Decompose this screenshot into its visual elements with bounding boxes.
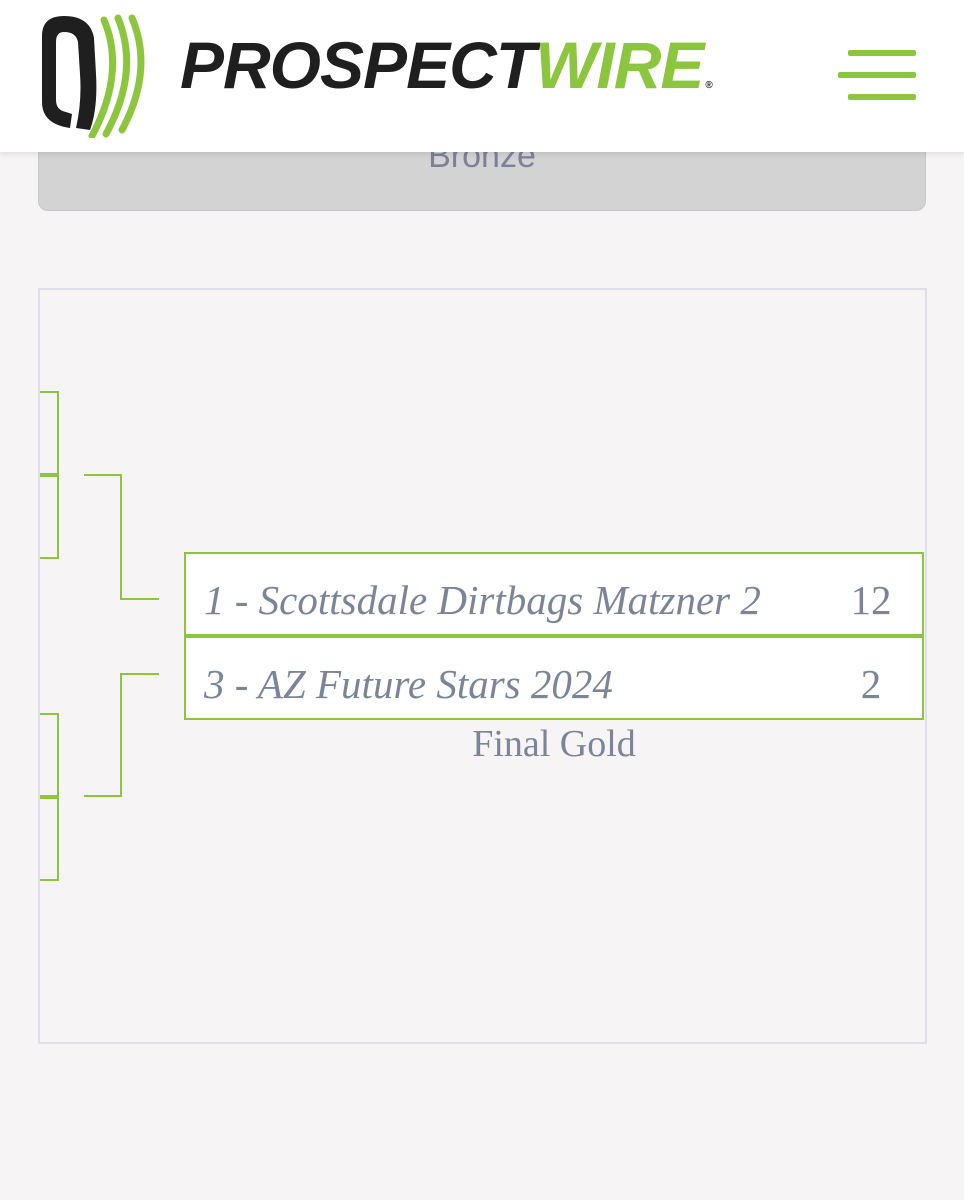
menu-bar-top: [848, 50, 916, 56]
final-team-1-slot[interactable]: 1 - Scottsdale Dirtbags Matzner 2 12: [184, 552, 924, 636]
round-label: Final Gold: [472, 723, 636, 765]
brand-part-2: WIRE: [535, 28, 704, 102]
lower-connector: [84, 673, 159, 797]
brand-part-1: PROSPECT: [180, 28, 536, 102]
upper-semifinal-bracket: [40, 391, 59, 559]
final-team-2-slot[interactable]: 3 - AZ Future Stars 2024 2: [184, 636, 924, 720]
menu-bar-middle: [838, 72, 916, 78]
site-header: PROSPECTWIRE ®: [0, 0, 964, 152]
prospectwire-logo-icon[interactable]: [34, 12, 158, 138]
team-name: 3 - AZ Future Stars 2024: [204, 661, 613, 707]
hamburger-menu-icon[interactable]: [838, 50, 920, 102]
trademark-symbol: ®: [705, 80, 712, 91]
team-score: 2: [860, 661, 882, 707]
upper-connector: [84, 474, 159, 600]
brand-wordmark[interactable]: PROSPECTWIRE ®: [180, 28, 713, 102]
lower-semifinal-bracket: [40, 713, 59, 881]
menu-bar-bottom: [848, 94, 916, 100]
team-score: 12: [850, 577, 892, 623]
team-name: 1 - Scottsdale Dirtbags Matzner 2: [204, 577, 761, 623]
